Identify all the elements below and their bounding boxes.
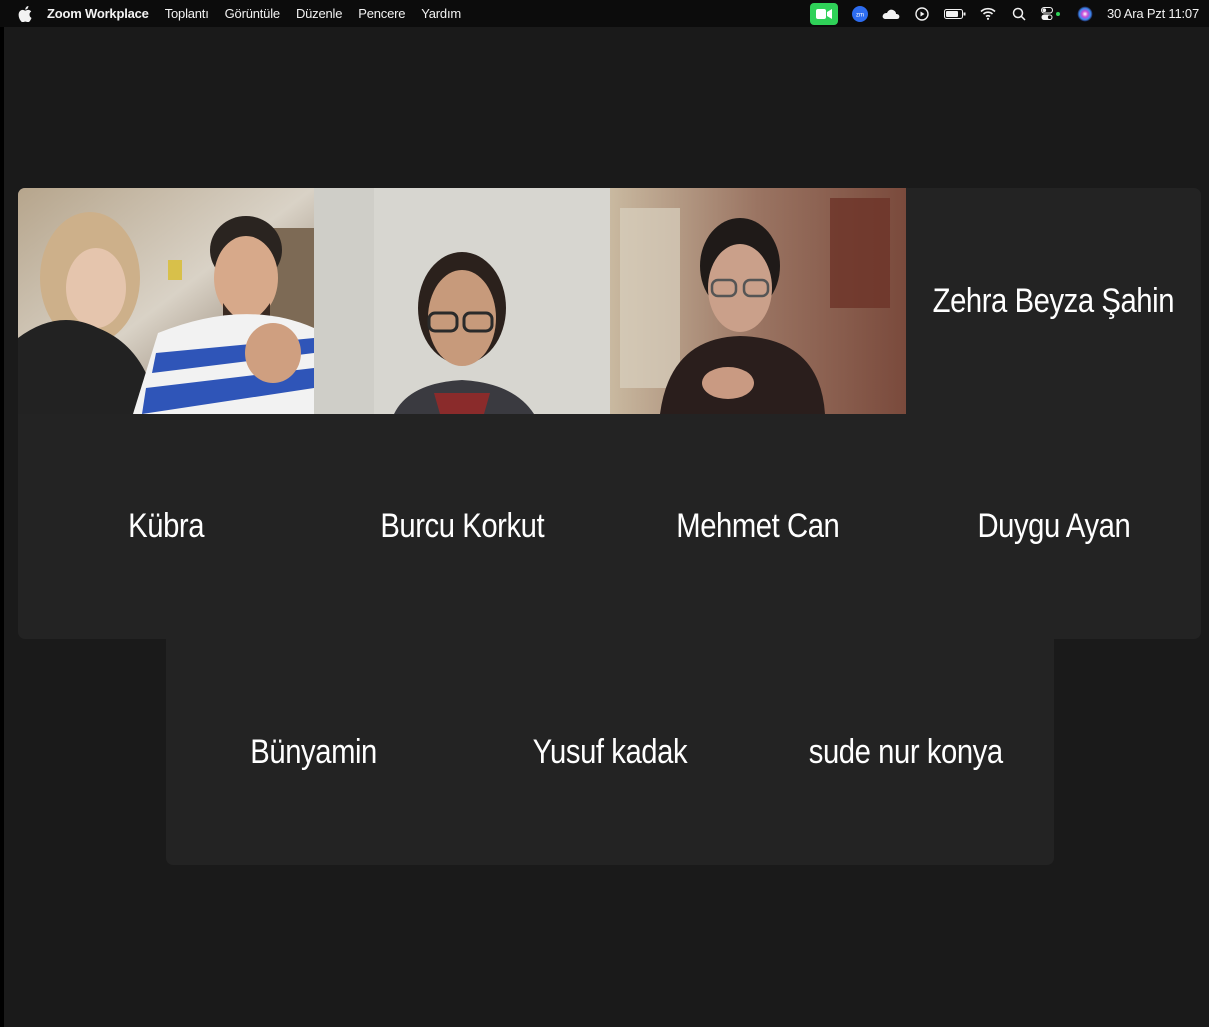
participant-name: sude nur konya	[809, 732, 1003, 771]
video-tile-mehmet-can[interactable]	[610, 188, 906, 414]
participant-tile-burcu-korkut[interactable]: Burcu Korkut	[314, 414, 610, 639]
cloud-icon[interactable]	[882, 5, 900, 23]
participant-tile-duygu-ayan[interactable]: Duygu Ayan	[906, 414, 1201, 639]
status-area: zm 30 Ara Pzt 11:07	[810, 0, 1199, 27]
zoom-app-icon[interactable]: zm	[851, 5, 869, 23]
menu-pencere[interactable]: Pencere	[358, 6, 405, 21]
participant-tile-mehmet-can[interactable]: Mehmet Can	[610, 414, 906, 639]
participant-name: Mehmet Can	[676, 507, 840, 545]
video-feed-kubra	[18, 188, 314, 414]
svg-text:zm: zm	[856, 12, 864, 18]
video-tile-burcu-korkut[interactable]	[314, 188, 610, 414]
menu-clock: 30 Ara Pzt 11:07	[1107, 6, 1199, 21]
search-icon[interactable]	[1010, 5, 1028, 23]
video-tile-kubra[interactable]	[18, 188, 314, 414]
participant-name: Burcu Korkut	[380, 507, 544, 545]
play-icon[interactable]	[913, 5, 931, 23]
menu-duzenle[interactable]: Düzenle	[296, 6, 342, 21]
video-feed-mehmet-can	[610, 188, 906, 414]
menu-toplanti[interactable]: Toplantı	[165, 6, 209, 21]
menu-yardim[interactable]: Yardım	[421, 6, 461, 21]
participant-tile-bunyamin[interactable]: Bünyamin	[166, 639, 462, 865]
participant-tile-kubra[interactable]: Kübra	[18, 414, 314, 639]
participant-name: Duygu Ayan	[977, 507, 1130, 545]
participant-tile-sude-nur-konya[interactable]: sude nur konya	[758, 639, 1054, 865]
menu-app-name[interactable]: Zoom Workplace	[47, 6, 149, 21]
menu-bar: Zoom Workplace Toplantı Görüntüle Düzenl…	[0, 0, 1209, 27]
control-center-icon[interactable]	[1041, 5, 1063, 23]
participant-tile-yusuf-kadak[interactable]: Yusuf kadak	[462, 639, 758, 865]
zoom-meeting-icon[interactable]	[810, 2, 839, 25]
participant-name: Kübra	[128, 507, 204, 545]
video-feed-burcu-korkut	[314, 188, 610, 414]
participant-tile-zehra-beyza-sahin[interactable]: Zehra Beyza Şahin	[906, 188, 1201, 414]
battery-icon[interactable]	[944, 5, 966, 23]
apple-icon[interactable]	[16, 5, 34, 23]
participant-name: Zehra Beyza Şahin	[932, 281, 1175, 320]
siri-icon[interactable]	[1076, 5, 1094, 23]
wifi-icon[interactable]	[979, 5, 997, 23]
menu-goruntule[interactable]: Görüntüle	[225, 6, 280, 21]
participant-name: Yusuf kadak	[532, 732, 688, 771]
participant-name: Bünyamin	[250, 732, 378, 771]
